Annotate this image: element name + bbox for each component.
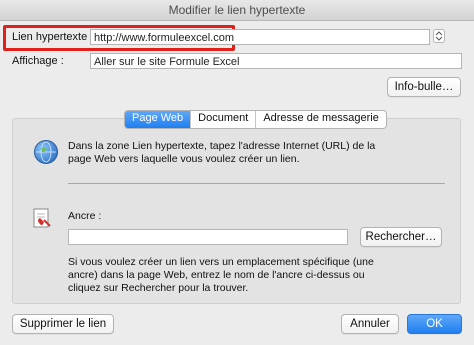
globe-icon	[34, 140, 58, 164]
display-label: Affichage :	[12, 55, 64, 67]
anchor-help-line3: cliquez sur Rechercher pour la trouver.	[68, 282, 249, 294]
window-title: Modifier le lien hypertexte	[0, 0, 474, 21]
link-label: Lien hypertexte :	[12, 31, 94, 43]
search-button[interactable]: Rechercher…	[360, 227, 442, 247]
anchor-label: Ancre :	[68, 210, 102, 222]
anchor-input[interactable]	[68, 229, 348, 245]
divider	[68, 183, 445, 184]
tab-email-address[interactable]: Adresse de messagerie	[256, 111, 386, 128]
webpage-description-line2: page Web vers laquelle vous voulez créer…	[68, 153, 300, 165]
stepper-icon[interactable]	[433, 29, 445, 43]
link-input[interactable]: http://www.formuleexcel.com	[90, 29, 430, 45]
remove-link-button[interactable]: Supprimer le lien	[12, 314, 114, 334]
tab-document[interactable]: Document	[191, 111, 257, 128]
display-input[interactable]: Aller sur le site Formule Excel	[90, 53, 462, 69]
tab-bar: Page Web Document Adresse de messagerie	[124, 110, 387, 129]
anchor-help-line2: ancre) dans la page Web, entrez le nom d…	[68, 269, 365, 281]
anchor-help-line1: Si vous voulez créer un lien vers un emp…	[68, 256, 374, 268]
tooltip-button[interactable]: Info-bulle…	[387, 77, 461, 97]
ok-button[interactable]: OK	[407, 314, 462, 334]
tab-web-page[interactable]: Page Web	[125, 111, 192, 128]
cancel-button[interactable]: Annuler	[341, 314, 399, 334]
webpage-description-line1: Dans la zone Lien hypertexte, tapez l'ad…	[68, 140, 376, 152]
anchor-link-icon	[30, 206, 56, 232]
